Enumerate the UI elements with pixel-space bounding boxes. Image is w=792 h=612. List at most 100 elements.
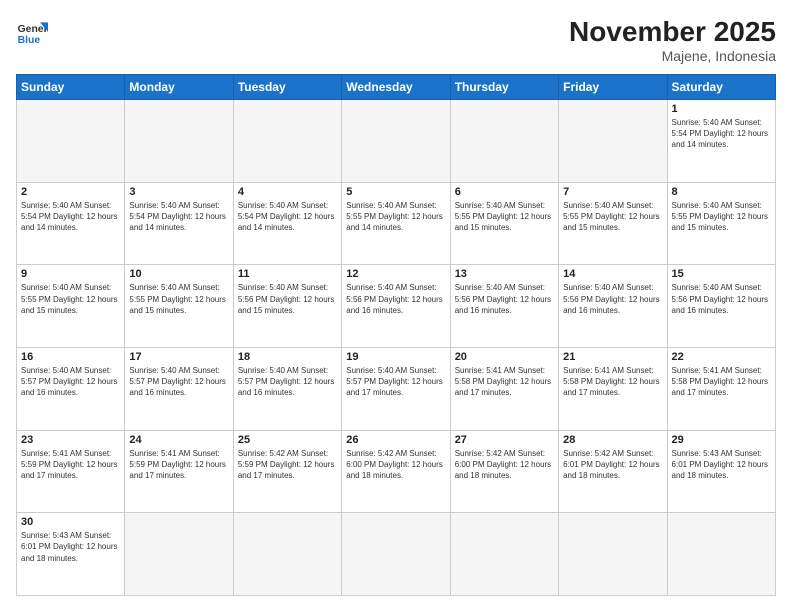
header-row: SundayMondayTuesdayWednesdayThursdayFrid…	[17, 75, 776, 100]
calendar-cell: 15 Sunrise: 5:40 AM Sunset: 5:56 PM Dayli…	[667, 265, 775, 348]
day-info: Sunrise: 5:41 AM Sunset: 5:59 PM Dayligh…	[129, 448, 228, 482]
day-info: Sunrise: 5:42 AM Sunset: 6:00 PM Dayligh…	[346, 448, 445, 482]
calendar-cell: 29Sunrise: 5:43 AM Sunset: 6:01 PM Dayli…	[667, 430, 775, 513]
month-year-title: November 2025	[569, 16, 776, 48]
calendar-cell: 2Sunrise: 5:40 AM Sunset: 5:54 PM Daylig…	[17, 182, 125, 265]
day-number: 26	[346, 434, 445, 446]
calendar-cell: 1Sunrise: 5:40 AM Sunset: 5:54 PM Daylig…	[667, 100, 775, 183]
calendar-cell: 13 Sunrise: 5:40 AM Sunset: 5:56 PM Dayli…	[450, 265, 558, 348]
day-info: Sunrise: 5:40 AM Sunset: 5:55 PM Dayligh…	[21, 282, 120, 316]
day-number: 29	[672, 434, 771, 446]
day-number: 9	[21, 268, 120, 280]
calendar-cell: 18 Sunrise: 5:40 AM Sunset: 5:57 PM Dayli…	[233, 347, 341, 430]
location-subtitle: Majene, Indonesia	[569, 48, 776, 64]
day-number: 16	[21, 351, 120, 363]
day-number: 30	[21, 516, 120, 528]
calendar-cell: 24 Sunrise: 5:41 AM Sunset: 5:59 PM Dayli…	[125, 430, 233, 513]
day-info: Sunrise: 5:40 AM Sunset: 5:54 PM Dayligh…	[238, 200, 337, 234]
day-header-saturday: Saturday	[667, 75, 775, 100]
day-info: Sunrise: 5:40 AM Sunset: 5:57 PM Dayligh…	[238, 365, 337, 399]
day-number: 20	[455, 351, 554, 363]
calendar-table: SundayMondayTuesdayWednesdayThursdayFrid…	[16, 74, 776, 596]
day-info: Sunrise: 5:41 AM Sunset: 5:59 PM Dayligh…	[21, 448, 120, 482]
title-area: November 2025 Majene, Indonesia	[569, 16, 776, 64]
day-info: Sunrise: 5:40 AM Sunset: 5:56 PM Dayligh…	[238, 282, 337, 316]
calendar-cell: 26 Sunrise: 5:42 AM Sunset: 6:00 PM Dayli…	[342, 430, 450, 513]
day-number: 10	[129, 268, 228, 280]
calendar-cell	[342, 513, 450, 596]
day-info: Sunrise: 5:40 AM Sunset: 5:56 PM Dayligh…	[563, 282, 662, 316]
day-info: Sunrise: 5:40 AM Sunset: 5:56 PM Dayligh…	[455, 282, 554, 316]
calendar-cell: 5Sunrise: 5:40 AM Sunset: 5:55 PM Daylig…	[342, 182, 450, 265]
day-info: Sunrise: 5:41 AM Sunset: 5:58 PM Dayligh…	[563, 365, 662, 399]
day-info: Sunrise: 5:40 AM Sunset: 5:55 PM Dayligh…	[563, 200, 662, 234]
calendar-cell: 6Sunrise: 5:40 AM Sunset: 5:55 PM Daylig…	[450, 182, 558, 265]
week-row-5: 23 Sunrise: 5:41 AM Sunset: 5:59 PM Dayli…	[17, 430, 776, 513]
week-row-1: 1Sunrise: 5:40 AM Sunset: 5:54 PM Daylig…	[17, 100, 776, 183]
day-info: Sunrise: 5:40 AM Sunset: 5:55 PM Dayligh…	[672, 200, 771, 234]
week-row-3: 9 Sunrise: 5:40 AM Sunset: 5:55 PM Daylig…	[17, 265, 776, 348]
calendar-cell	[125, 513, 233, 596]
day-info: Sunrise: 5:42 AM Sunset: 6:01 PM Dayligh…	[563, 448, 662, 482]
day-number: 13	[455, 268, 554, 280]
logo: General Blue	[16, 16, 48, 48]
day-header-thursday: Thursday	[450, 75, 558, 100]
day-info: Sunrise: 5:40 AM Sunset: 5:55 PM Dayligh…	[129, 282, 228, 316]
calendar-cell: 3 Sunrise: 5:40 AM Sunset: 5:54 PM Daylig…	[125, 182, 233, 265]
day-number: 18	[238, 351, 337, 363]
day-number: 2	[21, 186, 120, 198]
calendar-cell: 27 Sunrise: 5:42 AM Sunset: 6:00 PM Dayli…	[450, 430, 558, 513]
day-number: 11	[238, 268, 337, 280]
day-number: 24	[129, 434, 228, 446]
day-info: Sunrise: 5:42 AM Sunset: 6:00 PM Dayligh…	[455, 448, 554, 482]
day-info: Sunrise: 5:40 AM Sunset: 5:56 PM Dayligh…	[346, 282, 445, 316]
day-number: 25	[238, 434, 337, 446]
calendar-cell: 12 Sunrise: 5:40 AM Sunset: 5:56 PM Dayli…	[342, 265, 450, 348]
calendar-cell	[342, 100, 450, 183]
day-header-tuesday: Tuesday	[233, 75, 341, 100]
day-header-sunday: Sunday	[17, 75, 125, 100]
day-number: 22	[672, 351, 771, 363]
day-number: 23	[21, 434, 120, 446]
day-info: Sunrise: 5:40 AM Sunset: 5:56 PM Dayligh…	[672, 282, 771, 316]
calendar-cell	[125, 100, 233, 183]
day-number: 1	[672, 103, 771, 115]
day-number: 14	[563, 268, 662, 280]
week-row-6: 30 Sunrise: 5:43 AM Sunset: 6:01 PM Dayli…	[17, 513, 776, 596]
day-info: Sunrise: 5:40 AM Sunset: 5:55 PM Dayligh…	[346, 200, 445, 234]
day-info: Sunrise: 5:40 AM Sunset: 5:54 PM Dayligh…	[129, 200, 228, 234]
day-number: 19	[346, 351, 445, 363]
calendar-cell: 22Sunrise: 5:41 AM Sunset: 5:58 PM Dayli…	[667, 347, 775, 430]
day-info: Sunrise: 5:43 AM Sunset: 6:01 PM Dayligh…	[21, 530, 120, 564]
calendar-cell: 16 Sunrise: 5:40 AM Sunset: 5:57 PM Dayli…	[17, 347, 125, 430]
calendar-cell	[450, 100, 558, 183]
day-number: 27	[455, 434, 554, 446]
day-header-wednesday: Wednesday	[342, 75, 450, 100]
day-header-friday: Friday	[559, 75, 667, 100]
logo-icon: General Blue	[16, 16, 48, 48]
calendar-cell: 20 Sunrise: 5:41 AM Sunset: 5:58 PM Dayli…	[450, 347, 558, 430]
day-info: Sunrise: 5:40 AM Sunset: 5:57 PM Dayligh…	[21, 365, 120, 399]
calendar-cell: 8Sunrise: 5:40 AM Sunset: 5:55 PM Daylig…	[667, 182, 775, 265]
day-number: 21	[563, 351, 662, 363]
day-number: 3	[129, 186, 228, 198]
day-number: 28	[563, 434, 662, 446]
calendar-cell	[667, 513, 775, 596]
day-number: 4	[238, 186, 337, 198]
calendar-cell	[559, 100, 667, 183]
calendar-cell	[450, 513, 558, 596]
calendar-cell	[17, 100, 125, 183]
day-info: Sunrise: 5:40 AM Sunset: 5:57 PM Dayligh…	[346, 365, 445, 399]
day-number: 12	[346, 268, 445, 280]
day-number: 15	[672, 268, 771, 280]
day-info: Sunrise: 5:40 AM Sunset: 5:55 PM Dayligh…	[455, 200, 554, 234]
calendar-cell: 25Sunrise: 5:42 AM Sunset: 5:59 PM Dayli…	[233, 430, 341, 513]
svg-text:Blue: Blue	[18, 35, 41, 46]
calendar-cell: 19 Sunrise: 5:40 AM Sunset: 5:57 PM Dayli…	[342, 347, 450, 430]
calendar-cell	[559, 513, 667, 596]
calendar-cell: 17Sunrise: 5:40 AM Sunset: 5:57 PM Dayli…	[125, 347, 233, 430]
week-row-4: 16 Sunrise: 5:40 AM Sunset: 5:57 PM Dayli…	[17, 347, 776, 430]
calendar-cell: 7Sunrise: 5:40 AM Sunset: 5:55 PM Daylig…	[559, 182, 667, 265]
day-header-monday: Monday	[125, 75, 233, 100]
day-info: Sunrise: 5:41 AM Sunset: 5:58 PM Dayligh…	[455, 365, 554, 399]
